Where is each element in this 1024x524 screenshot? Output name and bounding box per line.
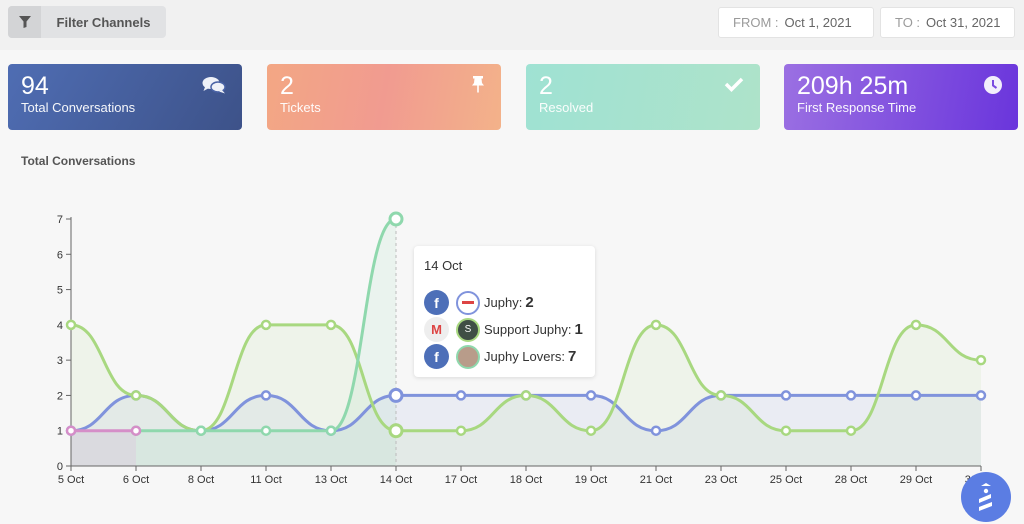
x-tick-label: 13 Oct (315, 474, 347, 486)
check-icon (724, 76, 744, 97)
gmail-icon: M (424, 317, 449, 342)
comments-icon (202, 76, 226, 99)
card-value: 209h 25m (797, 72, 909, 100)
y-tick-label: 4 (57, 320, 63, 332)
y-tick-label: 2 (57, 390, 63, 402)
x-tick-label: 18 Oct (510, 474, 542, 486)
x-tick-label: 8 Oct (188, 474, 214, 486)
x-tick-label: 29 Oct (900, 474, 932, 486)
top-bar: Filter Channels FROM : Oct 1, 2021 TO : … (0, 0, 1024, 50)
data-point (65, 425, 77, 436)
card-label: Total Conversations (21, 100, 136, 115)
data-point (388, 211, 404, 227)
data-point (780, 390, 792, 401)
data-point (650, 425, 662, 436)
y-tick-label: 7 (57, 214, 63, 226)
tooltip-value: 2 (525, 294, 534, 311)
card-total-conversations: 94 Total Conversations (8, 64, 242, 130)
data-point (260, 425, 272, 436)
avatar (456, 290, 480, 315)
tooltip-name: Juphy Lovers: (484, 349, 565, 364)
data-point (845, 390, 857, 401)
card-tickets: 2 Tickets (267, 64, 501, 130)
data-point (585, 425, 597, 436)
x-tick-label: 25 Oct (770, 474, 802, 486)
data-point (130, 390, 142, 401)
x-tick-label: 6 Oct (123, 474, 149, 486)
to-label: TO : (895, 15, 921, 30)
card-value: 2 (539, 72, 553, 100)
clock-icon (984, 76, 1002, 99)
data-point (195, 425, 207, 436)
tooltip-row: M S Support Juphy: 1 (424, 316, 585, 343)
series-area (71, 430, 136, 466)
from-value: Oct 1, 2021 (784, 15, 852, 30)
avatar: S (456, 317, 480, 342)
x-tick-label: 23 Oct (705, 474, 737, 486)
data-point (388, 387, 404, 403)
data-point (455, 390, 467, 401)
lighthouse-icon (979, 483, 992, 511)
tooltip-name: Juphy: (484, 295, 523, 310)
x-tick-label: 28 Oct (835, 474, 867, 486)
x-tick-label: 17 Oct (445, 474, 477, 486)
tooltip-name: Support Juphy: (484, 322, 572, 337)
tooltip-date: 14 Oct (424, 258, 463, 273)
card-label: Resolved (539, 100, 594, 115)
data-point (260, 319, 272, 331)
card-value: 94 (21, 72, 49, 100)
date-from-field[interactable]: FROM : Oct 1, 2021 (718, 7, 874, 38)
data-point (325, 319, 337, 331)
tooltip-row: f Juphy Lovers: 7 (424, 343, 585, 370)
x-tick-label: 5 Oct (58, 474, 84, 486)
card-first-response-time: 209h 25m First Response Time (784, 64, 1018, 130)
x-tick-label: 19 Oct (575, 474, 607, 486)
tooltip-value: 1 (574, 321, 583, 338)
data-point (520, 390, 532, 401)
data-point (130, 425, 142, 436)
data-point (910, 319, 922, 331)
facebook-icon: f (424, 344, 449, 369)
chart-tooltip: 14 Oct f Juphy: 2 M S Support Juphy: 1 f… (414, 246, 595, 377)
data-point (975, 354, 987, 366)
data-point (325, 425, 337, 436)
y-tick-label: 6 (57, 249, 63, 261)
data-point (455, 425, 467, 436)
help-launcher-button[interactable] (961, 472, 1011, 522)
data-point (910, 390, 922, 401)
data-point (715, 390, 727, 401)
y-tick-label: 1 (57, 426, 63, 438)
data-point (260, 390, 272, 401)
data-point (585, 390, 597, 401)
data-point (780, 425, 792, 436)
x-tick-label: 14 Oct (380, 474, 412, 486)
card-label: First Response Time (797, 100, 917, 115)
card-value: 2 (280, 72, 294, 100)
filter-channels-button[interactable]: Filter Channels (8, 6, 166, 38)
date-to-field[interactable]: TO : Oct 31, 2021 (880, 7, 1015, 38)
tooltip-value: 7 (567, 348, 577, 365)
card-resolved: 2 Resolved (526, 64, 760, 130)
data-point (650, 319, 662, 331)
filter-channels-label: Filter Channels (56, 14, 151, 30)
y-tick-label: 0 (57, 461, 63, 473)
card-label: Tickets (280, 100, 321, 115)
data-point (388, 423, 404, 439)
from-label: FROM : (733, 15, 779, 30)
data-point (845, 425, 857, 436)
x-tick-label: 21 Oct (640, 474, 672, 486)
y-tick-label: 5 (57, 285, 63, 297)
tooltip-row: f Juphy: 2 (424, 289, 585, 316)
y-tick-label: 3 (57, 355, 63, 367)
facebook-icon: f (424, 290, 449, 315)
data-point (975, 390, 987, 401)
data-point (65, 319, 77, 331)
to-value: Oct 31, 2021 (926, 15, 1001, 30)
filter-icon (8, 6, 41, 38)
pin-icon (471, 76, 485, 99)
x-tick-label: 11 Oct (250, 474, 282, 486)
section-title: Total Conversations (21, 154, 136, 168)
avatar (456, 344, 480, 369)
